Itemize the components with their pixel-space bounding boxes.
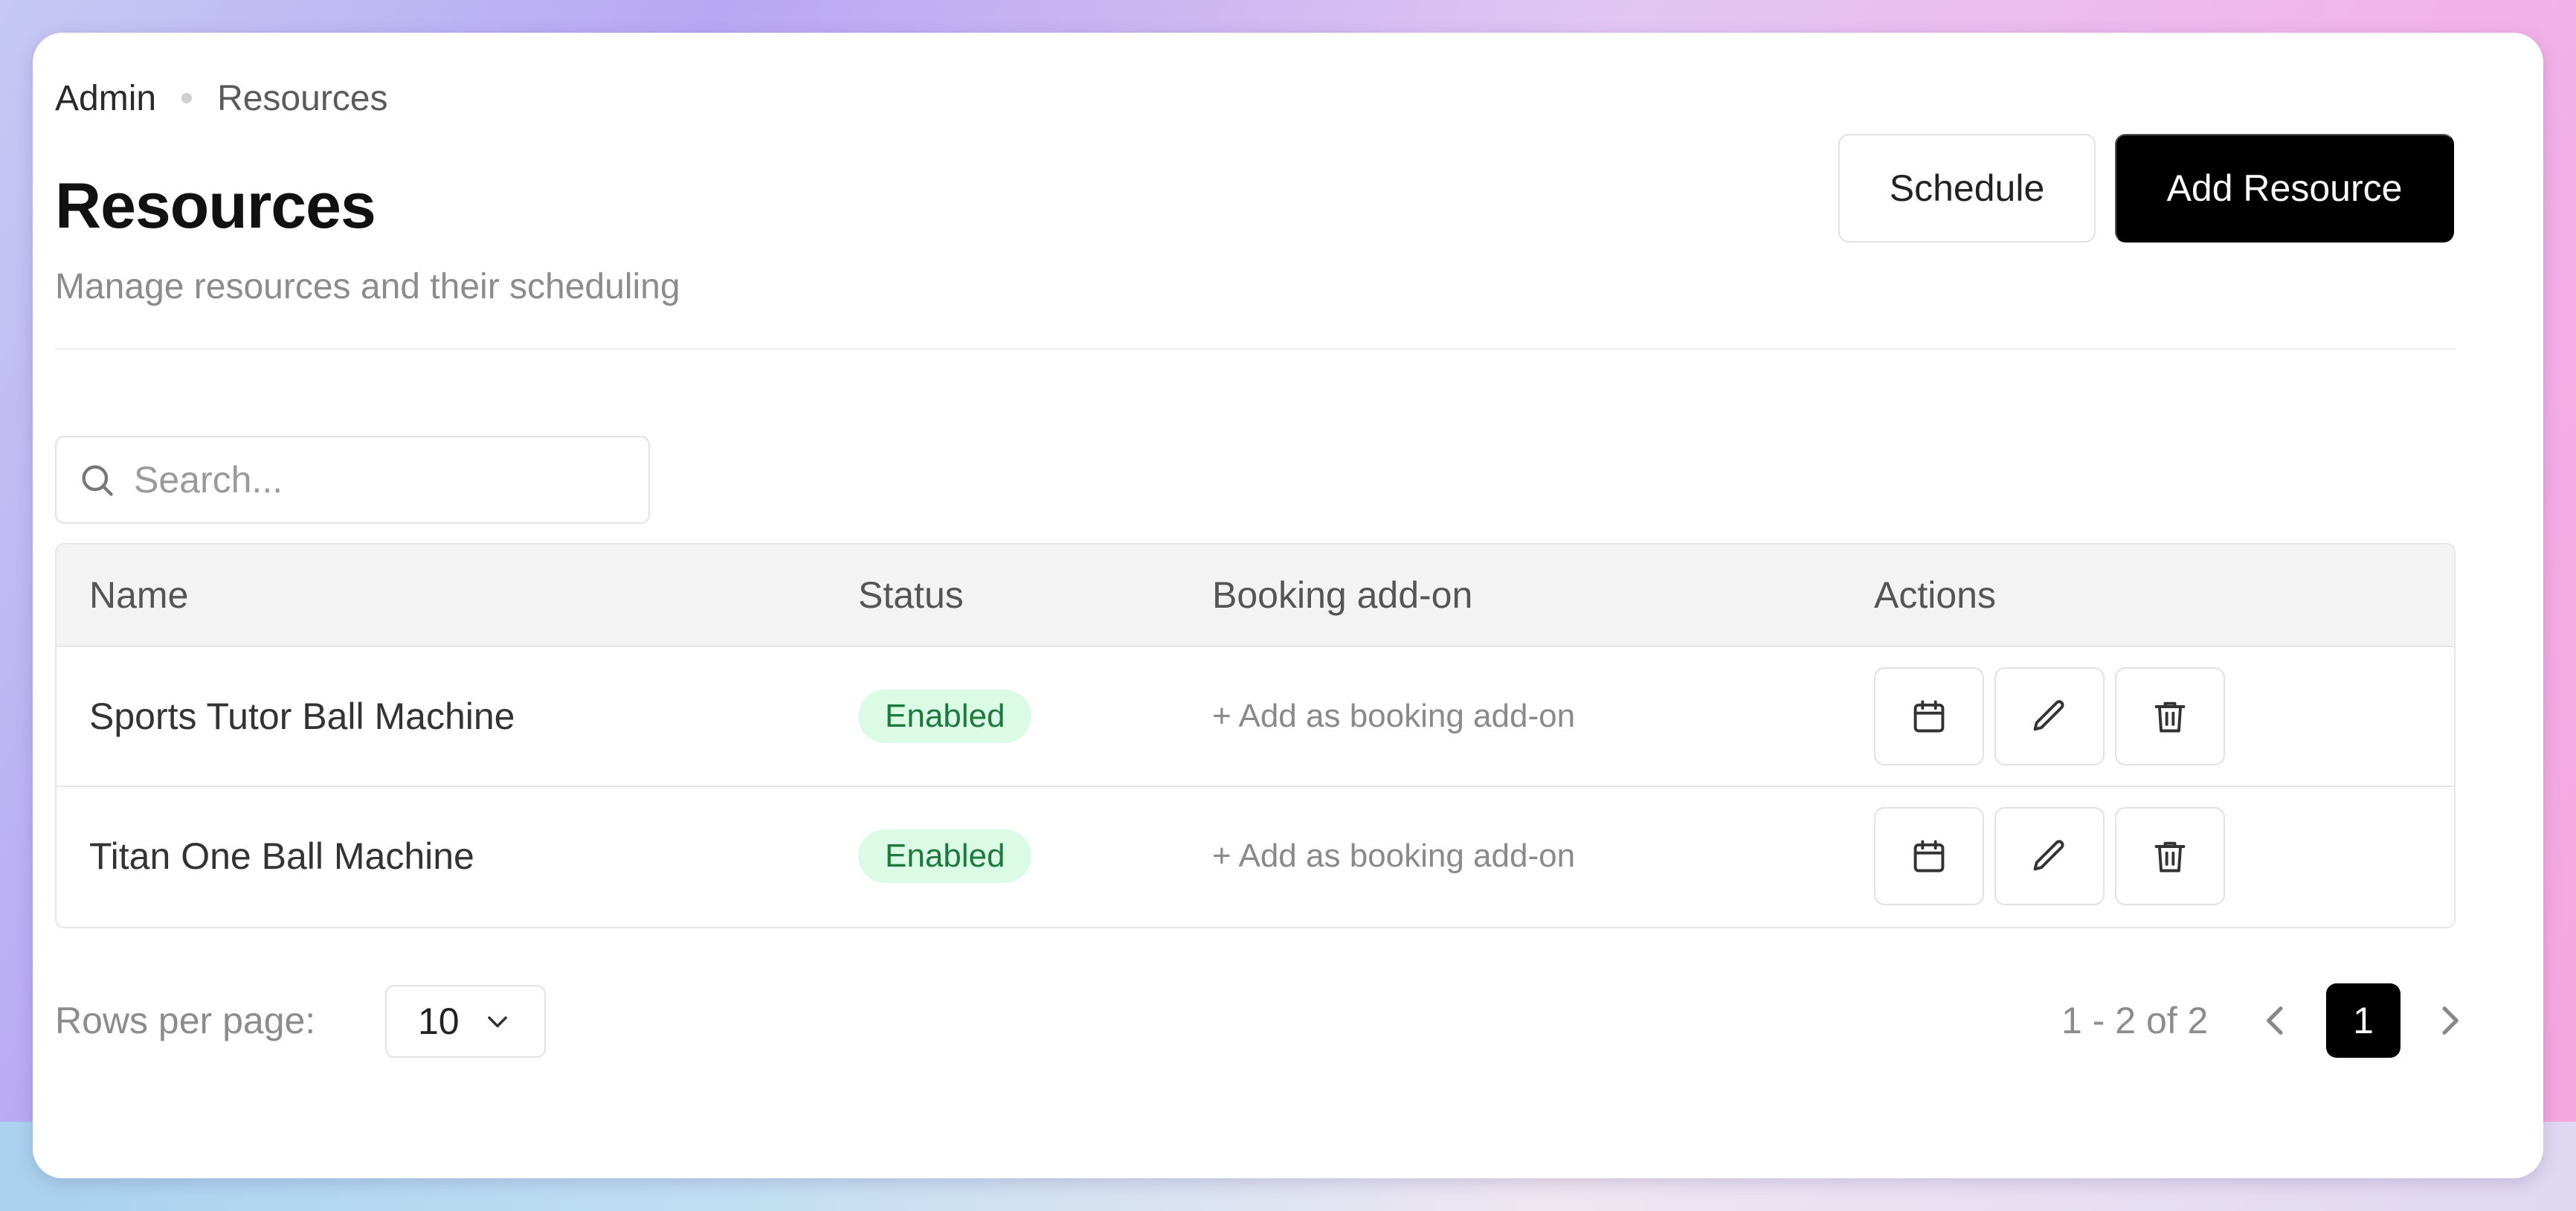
rows-per-page-select[interactable]: 10 bbox=[385, 985, 546, 1058]
trash-icon bbox=[2154, 841, 2186, 873]
pagination-range: 1 - 2 of 2 bbox=[2061, 1000, 2209, 1041]
column-header-actions: Actions bbox=[1874, 574, 1996, 616]
trash-icon bbox=[2154, 701, 2186, 733]
rows-per-page-value: 10 bbox=[418, 1000, 460, 1042]
add-booking-addon-link[interactable]: + Add as booking add-on bbox=[1212, 698, 1575, 735]
delete-action-button[interactable] bbox=[2115, 667, 2225, 765]
breadcrumb-current: Resources bbox=[217, 78, 388, 118]
edit-action-button[interactable] bbox=[1994, 807, 2105, 905]
page-button-current[interactable]: 1 bbox=[2326, 983, 2400, 1058]
search-icon bbox=[82, 465, 113, 496]
chevron-down-icon bbox=[488, 1016, 507, 1028]
rows-per-page-label: Rows per page: bbox=[55, 1000, 316, 1041]
chevron-left-icon[interactable] bbox=[2255, 1000, 2296, 1041]
search-box[interactable] bbox=[55, 436, 650, 524]
breadcrumb: Admin Resources bbox=[55, 74, 388, 122]
edit-action-button[interactable] bbox=[1994, 667, 2105, 765]
resources-table: Name Status Booking add-on Actions Sport… bbox=[55, 543, 2456, 928]
add-booking-addon-link[interactable]: + Add as booking add-on bbox=[1212, 838, 1575, 875]
status-badge: Enabled bbox=[858, 690, 1032, 743]
divider bbox=[55, 348, 2456, 350]
table-row: Titan One Ball Machine Enabled + Add as … bbox=[57, 787, 2454, 927]
column-header-booking-addon[interactable]: Booking add-on bbox=[1212, 545, 1472, 646]
breadcrumb-admin[interactable]: Admin bbox=[55, 78, 156, 119]
chevron-right-icon[interactable] bbox=[2429, 1000, 2470, 1041]
table-row: Sports Tutor Ball Machine Enabled + Add … bbox=[57, 647, 2454, 787]
schedule-button[interactable]: Schedule bbox=[1838, 134, 2096, 242]
column-header-status[interactable]: Status bbox=[858, 545, 964, 646]
resource-name[interactable]: Titan One Ball Machine bbox=[89, 835, 474, 878]
pencil-icon bbox=[2033, 840, 2064, 871]
schedule-action-button[interactable] bbox=[1874, 667, 1984, 765]
delete-action-button[interactable] bbox=[2115, 807, 2225, 905]
add-resource-button[interactable]: Add Resource bbox=[2115, 134, 2454, 242]
schedule-action-button[interactable] bbox=[1874, 807, 1984, 905]
status-badge: Enabled bbox=[858, 829, 1032, 883]
calendar-icon bbox=[1913, 700, 1945, 733]
column-header-name[interactable]: Name bbox=[89, 545, 188, 646]
page-title: Resources bbox=[55, 170, 376, 242]
row-actions bbox=[1874, 787, 2235, 925]
calendar-icon bbox=[1913, 840, 1945, 873]
search-input[interactable] bbox=[134, 458, 617, 501]
resource-name[interactable]: Sports Tutor Ball Machine bbox=[89, 695, 515, 738]
page-subtitle: Manage resources and their scheduling bbox=[55, 267, 680, 306]
pagination-footer: Rows per page: 10 1 - 2 of 2 1 bbox=[55, 982, 2459, 1059]
table-header: Name Status Booking add-on Actions bbox=[57, 545, 2454, 647]
pencil-icon bbox=[2033, 700, 2064, 731]
row-actions bbox=[1874, 647, 2235, 786]
breadcrumb-separator bbox=[181, 93, 193, 103]
